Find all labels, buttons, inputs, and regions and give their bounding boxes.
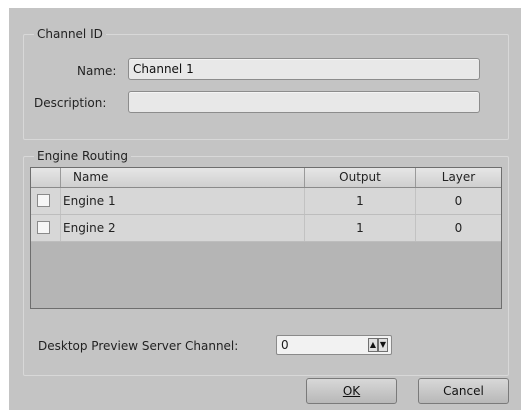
name-label: Name: bbox=[77, 64, 117, 78]
description-label: Description: bbox=[34, 96, 107, 110]
engine-output-cell: 1 bbox=[305, 215, 416, 241]
engine-output-cell: 1 bbox=[305, 188, 416, 214]
engine-1-checkbox[interactable] bbox=[37, 194, 50, 207]
column-header-output[interactable]: Output bbox=[305, 168, 416, 187]
column-header-name[interactable]: Name bbox=[61, 168, 305, 187]
engine-layer-cell: 0 bbox=[454, 194, 463, 208]
table-row[interactable]: Engine 1 1 0 bbox=[31, 188, 501, 215]
spin-up-icon[interactable]: ▲ bbox=[368, 338, 378, 352]
channel-id-group: Channel ID Name: Channel 1 Description: bbox=[23, 27, 509, 140]
row-check-cell bbox=[31, 188, 61, 214]
ok-button-label: OK bbox=[342, 384, 361, 398]
cancel-button[interactable]: Cancel bbox=[418, 378, 509, 404]
name-input[interactable]: Channel 1 bbox=[128, 58, 480, 80]
column-header-layer[interactable]: Layer bbox=[416, 168, 501, 187]
engine-name-cell: Engine 1 bbox=[61, 188, 305, 214]
column-header-check bbox=[31, 168, 61, 187]
table-row[interactable]: Engine 2 1 0 bbox=[31, 215, 501, 242]
row-check-cell bbox=[31, 215, 61, 241]
preview-channel-label: Desktop Preview Server Channel: bbox=[38, 339, 239, 353]
cancel-button-label: Cancel bbox=[443, 384, 484, 398]
engine-routing-table: Name Output Layer Engine 1 1 0 Engine 2 … bbox=[30, 167, 502, 309]
channel-id-legend: Channel ID bbox=[34, 27, 106, 41]
spin-down-icon[interactable]: ▼ bbox=[378, 338, 388, 352]
description-input[interactable] bbox=[128, 91, 480, 113]
engine-routing-group: Engine Routing Name Output Layer Engine … bbox=[23, 149, 509, 376]
preview-channel-spinner[interactable]: 0 ▲ ▼ bbox=[276, 335, 392, 355]
channel-properties-dialog: Channel ID Name: Channel 1 Description: … bbox=[9, 8, 521, 410]
preview-channel-value[interactable]: 0 bbox=[281, 338, 289, 352]
table-header: Name Output Layer bbox=[31, 168, 501, 188]
engine-layer-cell: 0 bbox=[454, 221, 463, 235]
ok-button[interactable]: OK bbox=[306, 378, 397, 404]
engine-name-cell: Engine 2 bbox=[61, 215, 305, 241]
engine-2-checkbox[interactable] bbox=[37, 221, 50, 234]
engine-routing-legend: Engine Routing bbox=[34, 149, 131, 163]
